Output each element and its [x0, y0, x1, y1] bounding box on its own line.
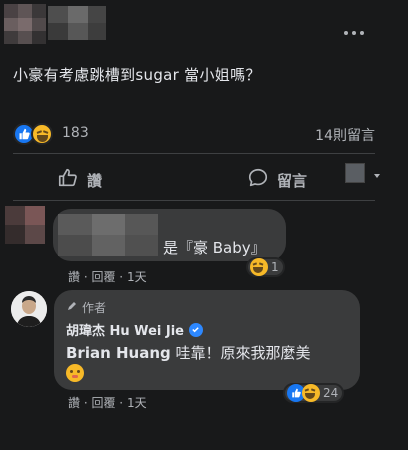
poster-name-blurred[interactable]: [48, 6, 106, 40]
more-icon[interactable]: [344, 22, 366, 42]
reaction-count: 24: [323, 386, 339, 400]
like-label: 讚: [87, 171, 103, 190]
verified-badge-icon: [188, 322, 203, 337]
comment-count[interactable]: 14則留言: [315, 125, 375, 145]
comment-label: 留言: [277, 171, 308, 190]
commenter-name-blurred[interactable]: [58, 214, 158, 256]
avatar[interactable]: [11, 291, 47, 327]
comment-meta: 讚 · 回覆 · 1天: [68, 396, 147, 410]
chevron-down-icon[interactable]: [374, 174, 380, 178]
like-link[interactable]: 讚: [68, 396, 80, 410]
divider: [13, 200, 375, 201]
commenter-avatar-blurred[interactable]: [5, 206, 45, 244]
comment-meta: 讚 · 回覆 · 1天: [68, 270, 147, 284]
pen-icon: [66, 300, 78, 315]
like-link[interactable]: 讚: [68, 270, 80, 284]
haha-emoji-icon: [302, 384, 320, 402]
thumbs-up-icon: [57, 167, 79, 193]
comment-text-row: Brian Huang 哇靠！原來我那麼美: [66, 342, 311, 363]
timestamp[interactable]: 1天: [127, 396, 147, 410]
divider: [13, 153, 375, 154]
reply-link[interactable]: 回覆: [91, 396, 115, 410]
flushed-emoji-icon: [66, 364, 84, 382]
mention-link[interactable]: Brian Huang: [66, 344, 171, 362]
comment-reactions[interactable]: 1: [246, 257, 285, 277]
haha-emoji-icon: [31, 123, 53, 145]
comment-icon: [247, 167, 269, 193]
comment-button[interactable]: 留言: [247, 166, 307, 194]
reaction-count: 1: [271, 260, 279, 274]
reply-link[interactable]: 回覆: [91, 270, 115, 284]
comment-text: 哇靠！原來我那麼美: [170, 344, 311, 362]
post-text: 小豪有考慮跳槽到sugar 當小姐嗎？: [13, 66, 261, 84]
comment-text: 是『豪 Baby』: [163, 239, 266, 257]
like-button[interactable]: 讚: [57, 166, 102, 194]
author-badge: 作者: [66, 299, 106, 316]
author-name-row[interactable]: 胡瑋杰 Hu Wei Jie: [66, 320, 203, 339]
reaction-count[interactable]: 183: [62, 125, 89, 141]
timestamp[interactable]: 1天: [127, 270, 147, 284]
author-name[interactable]: 胡瑋杰 Hu Wei Jie: [66, 320, 184, 339]
comment-reactions[interactable]: 24: [283, 383, 345, 403]
haha-emoji-icon: [250, 258, 268, 276]
author-tag-label: 作者: [82, 301, 107, 315]
poster-avatar-blurred[interactable]: [4, 4, 46, 44]
share-avatar-icon[interactable]: [345, 163, 365, 183]
